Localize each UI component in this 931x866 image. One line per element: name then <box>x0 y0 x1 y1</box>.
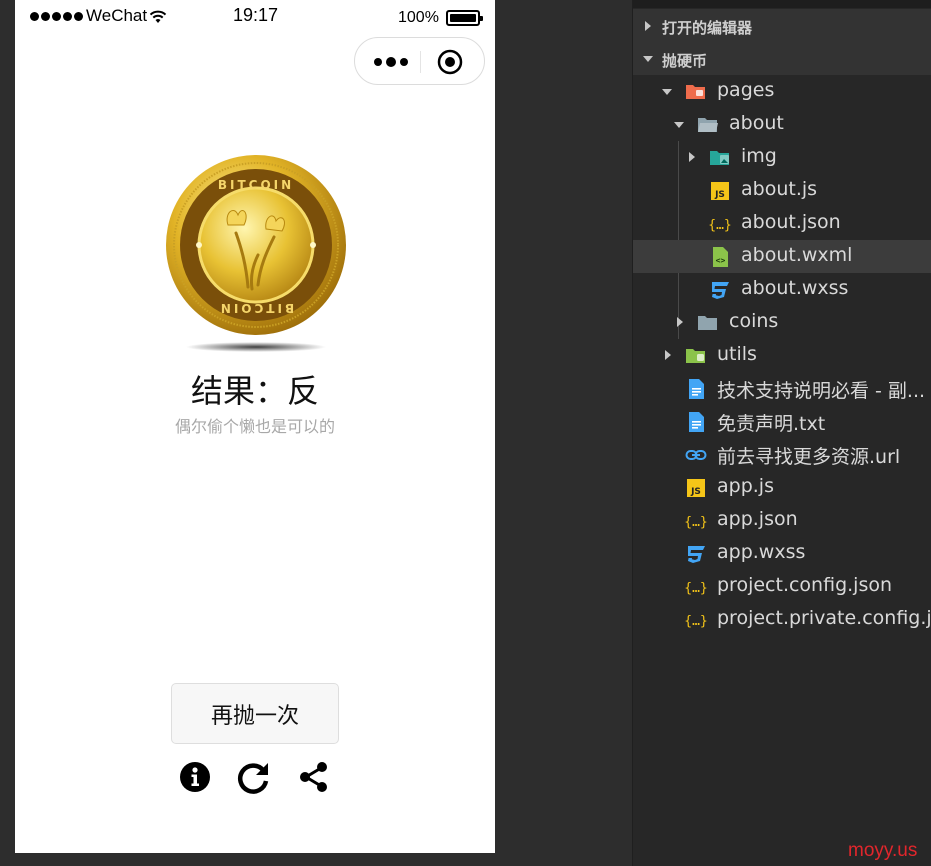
tree-item-app-js[interactable]: JS app.js <box>633 471 931 504</box>
json-file-icon: {…} <box>709 218 731 233</box>
chevron-down-icon <box>643 56 653 62</box>
json-file-icon: {…} <box>685 581 707 596</box>
chevron-right-icon <box>677 317 683 327</box>
tree-item-label: about.json <box>741 211 841 233</box>
tree-item-project-config[interactable]: {…} project.config.json <box>633 570 931 603</box>
tree-item-label: utils <box>717 343 757 365</box>
share-icon[interactable] <box>297 760 331 794</box>
more-dots-icon[interactable] <box>369 52 413 72</box>
coin-bottom-lettering: BITCOIN <box>218 301 294 315</box>
target-circle-icon[interactable] <box>436 48 464 76</box>
wxml-file-icon: <> <box>713 247 728 267</box>
tree-item-label: img <box>741 145 777 167</box>
tree-item-label: about.wxml <box>741 244 853 266</box>
watermark: moyy.us <box>848 840 918 861</box>
status-bar: WeChat 19:17 100% <box>15 0 495 34</box>
svg-text:JS: JS <box>714 190 725 200</box>
tree-item-coins[interactable]: coins <box>633 306 931 339</box>
wifi-icon <box>149 10 167 23</box>
chevron-down-icon <box>662 89 672 95</box>
tree-item-label: project.config.json <box>717 574 893 596</box>
svg-text:<>: <> <box>716 256 726 265</box>
tree-item-project-private-config[interactable]: {…} project.private.config.js... <box>633 603 931 636</box>
battery-percent: 100% <box>398 9 439 26</box>
result-title: 结果：反 <box>190 372 319 410</box>
tree-item-pages[interactable]: pages <box>633 75 931 108</box>
tree-item-utils[interactable]: utils <box>633 339 931 372</box>
chevron-right-icon <box>645 21 651 31</box>
tree-item-label: 免责声明.txt <box>717 413 826 435</box>
svg-text:JS: JS <box>690 487 701 497</box>
coin-top-lettering: BITCOIN <box>218 178 294 192</box>
status-clock: 19:17 <box>233 5 279 25</box>
css-file-icon <box>688 546 705 563</box>
capsule-divider <box>420 51 421 73</box>
tree-item-resources-url[interactable]: 前去寻找更多资源.url <box>633 438 931 471</box>
tree-item-label: app.wxss <box>717 541 806 563</box>
tree-item-label: coins <box>729 310 779 332</box>
tree-item-label: 前去寻找更多资源.url <box>717 446 901 468</box>
folder-open-icon <box>698 118 718 132</box>
tree-item-label: about <box>729 112 784 134</box>
section-label: 抛硬币 <box>662 52 708 70</box>
tree-item-label: project.private.config.js... <box>717 607 931 629</box>
document-icon <box>689 412 704 432</box>
tree-item-about-json[interactable]: {…} about.json <box>633 207 931 240</box>
coin-image: BITCOIN BITCOIN <box>166 155 346 352</box>
chevron-right-icon <box>689 152 695 162</box>
tree-item-label: pages <box>717 79 775 101</box>
carrier-name: WeChat <box>86 6 148 25</box>
flip-again-button[interactable]: 再抛一次 <box>171 683 339 744</box>
tree-item-label: app.js <box>717 475 774 497</box>
folder-open-icon <box>686 85 705 99</box>
signal-strength-icon <box>30 12 83 21</box>
folder-utils-icon <box>686 349 705 363</box>
tree-item-about-wxss[interactable]: about.wxss <box>633 273 931 306</box>
js-file-icon: JS <box>711 182 729 200</box>
redo-icon[interactable] <box>237 760 271 794</box>
tree-item-label: about.wxss <box>741 277 849 299</box>
tree-item-label: 技术支持说明必看 - 副... <box>717 380 926 402</box>
svg-text:{…}: {…} <box>709 218 731 233</box>
document-icon <box>689 379 704 399</box>
tree-item-label: about.js <box>741 178 818 200</box>
result-subtitle: 偶尔偷个懒也是可以的 <box>174 417 335 436</box>
json-file-icon: {…} <box>685 515 707 530</box>
file-explorer: 打开的编辑器 抛硬币 pages about img JS about.js {… <box>632 0 931 866</box>
js-file-icon: JS <box>687 479 705 497</box>
info-icon[interactable] <box>178 760 212 794</box>
tree-item-about[interactable]: about <box>633 108 931 141</box>
css-file-icon <box>712 282 729 299</box>
json-file-icon: {…} <box>685 614 707 629</box>
phone-simulator: WeChat 19:17 100% BITCOIN BITCOIN 结果：反 偶… <box>15 0 495 853</box>
tree-item-label: app.json <box>717 508 798 530</box>
tree-item-support-doc[interactable]: 技术支持说明必看 - 副... <box>633 372 931 405</box>
tree-item-app-wxss[interactable]: app.wxss <box>633 537 931 570</box>
battery-icon <box>446 10 483 26</box>
section-label: 打开的编辑器 <box>662 19 753 37</box>
folder-image-icon <box>710 151 729 165</box>
tree-item-about-wxml[interactable]: <> about.wxml <box>633 240 931 273</box>
chevron-right-icon <box>665 350 671 360</box>
tree-item-disclaimer[interactable]: 免责声明.txt <box>633 405 931 438</box>
chevron-down-icon <box>674 122 684 128</box>
section-open-editors[interactable]: 打开的编辑器 <box>633 9 931 42</box>
tree-item-app-json[interactable]: {…} app.json <box>633 504 931 537</box>
link-icon <box>685 450 707 460</box>
svg-text:{…}: {…} <box>685 515 707 530</box>
folder-icon <box>698 316 717 330</box>
section-project[interactable]: 抛硬币 <box>633 42 931 75</box>
svg-text:{…}: {…} <box>685 614 707 629</box>
svg-text:{…}: {…} <box>685 581 707 596</box>
capsule-menu <box>354 37 485 85</box>
tree-item-img[interactable]: img <box>633 141 931 174</box>
tree-item-about-js[interactable]: JS about.js <box>633 174 931 207</box>
